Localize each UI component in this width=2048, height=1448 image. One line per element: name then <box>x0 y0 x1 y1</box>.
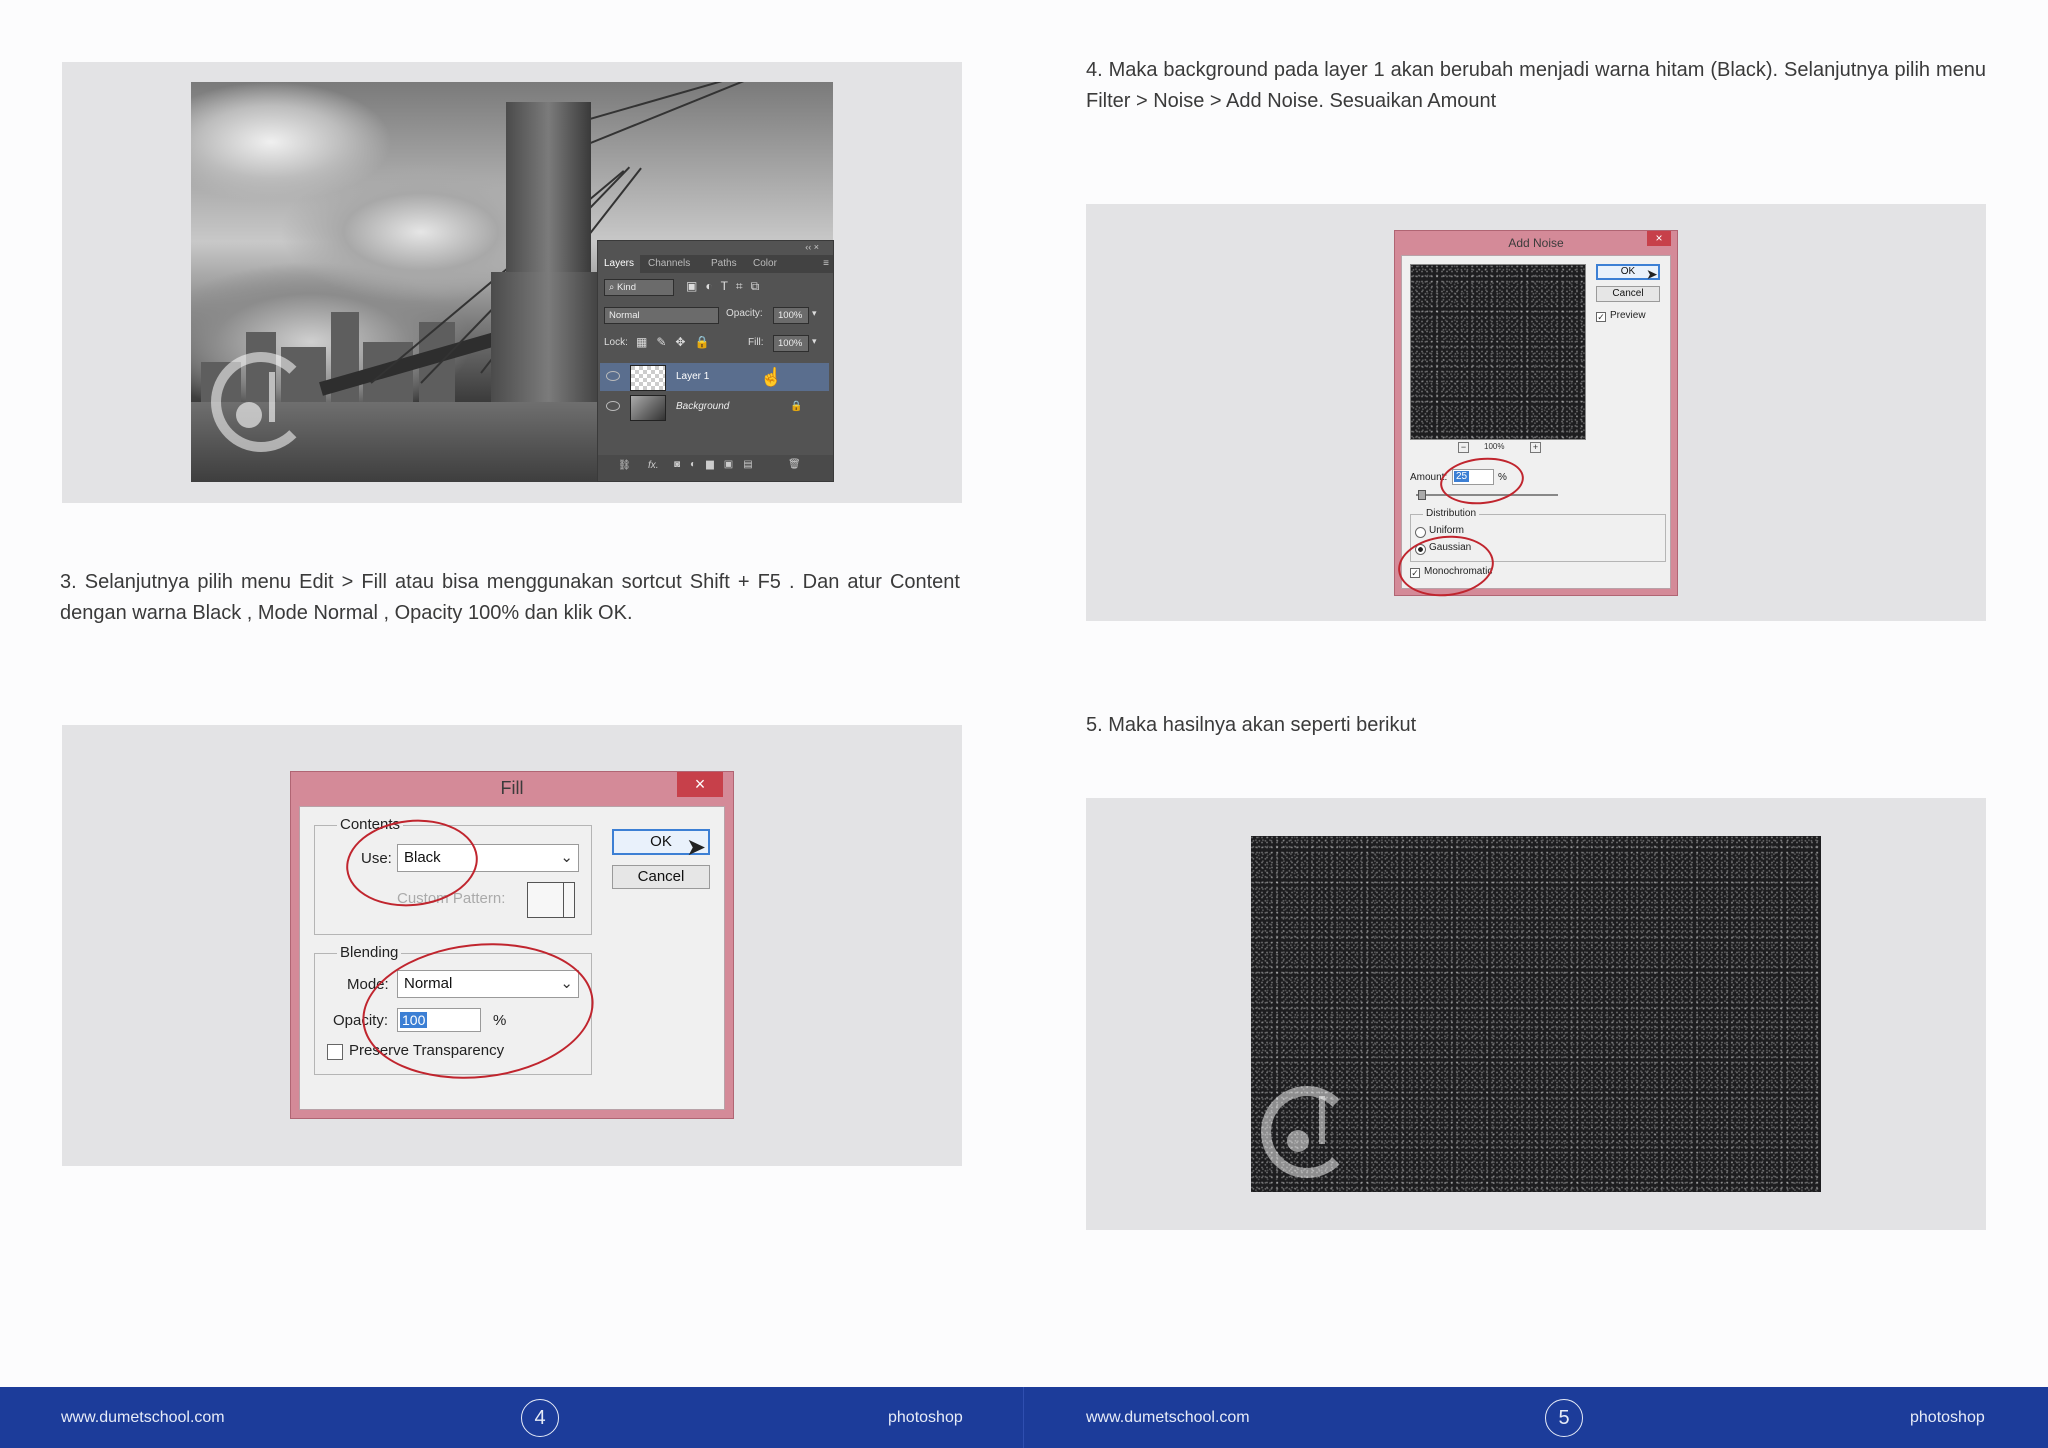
layer-name: Layer 1 <box>676 371 710 382</box>
dialog-title: Fill <box>500 778 524 798</box>
footer-topic-left: photoshop <box>888 1409 963 1426</box>
link-icon[interactable]: ⛓ <box>618 460 631 471</box>
footer-bar: www.dumetschool.com 4 photoshop www.dume… <box>0 1387 2048 1448</box>
amount-slider-handle[interactable] <box>1418 490 1426 500</box>
dialog-title: Add Noise <box>1508 236 1564 250</box>
opacity-input[interactable]: 100% <box>773 307 809 324</box>
eye-icon[interactable] <box>606 371 620 381</box>
preserve-transparency-checkbox[interactable] <box>327 1044 343 1060</box>
eye-icon[interactable] <box>606 401 620 411</box>
noise-result-image <box>1251 836 1821 1192</box>
school-logo-watermark <box>211 352 311 452</box>
zoom-level: 100% <box>1484 442 1505 451</box>
page-divider <box>1023 1387 1024 1448</box>
step-5-text: 5. Maka hasilnya akan seperti berikut <box>1086 714 1417 736</box>
noise-preview <box>1410 264 1586 440</box>
page-number-left: 4 <box>521 1399 559 1437</box>
tab-color[interactable]: Color <box>753 255 777 273</box>
footer-site-link-right[interactable]: www.dumetschool.com <box>1086 1387 1250 1448</box>
layer-name: Background <box>676 401 730 412</box>
zoom-in-button[interactable]: + <box>1530 442 1541 453</box>
arrow-cursor-icon: ➤ <box>1646 266 1658 282</box>
tab-layers[interactable]: Layers <box>598 255 641 273</box>
layer-thumbnail <box>630 395 666 421</box>
tab-channels[interactable]: Channels <box>648 255 690 273</box>
pattern-picker[interactable] <box>527 882 575 918</box>
uniform-label: Uniform <box>1429 525 1465 536</box>
arrow-cursor-icon: ➤ <box>686 834 707 861</box>
panel-bottom-bar: ⛓ fx. ◙◐▆▣▤ 🗑 <box>598 455 833 481</box>
lock-label: Lock: <box>604 337 628 348</box>
layer-row-layer-1[interactable]: Layer 1 ☝ <box>600 363 829 391</box>
layer-thumbnail <box>630 365 666 391</box>
filter-kind-select[interactable]: ⌕ Kind <box>604 279 674 296</box>
hand-cursor-icon: ☝ <box>760 367 783 387</box>
close-button[interactable]: × <box>1647 231 1671 246</box>
blend-mode-select[interactable]: Normal <box>604 307 719 324</box>
tab-paths[interactable]: Paths <box>711 255 737 273</box>
page-number-right: 5 <box>1545 1399 1583 1437</box>
fill-label: Fill: <box>748 337 764 348</box>
search-icon: ⌕ <box>609 282 617 293</box>
opacity-label: Opacity: <box>726 308 763 319</box>
footer-site-link-left[interactable]: www.dumetschool.com <box>61 1387 225 1448</box>
chevron-down-icon: ⌄ <box>560 849 573 866</box>
layer-row-background[interactable]: Background 🔒 <box>600 393 829 421</box>
footer-topic-right: photoshop <box>1910 1409 1985 1426</box>
fill-input[interactable]: 100% <box>773 335 809 352</box>
step-3-text: 3. Selanjutnya pilih menu Edit > Fill at… <box>60 571 960 624</box>
fx-button[interactable]: fx. <box>648 460 659 471</box>
preview-checkbox[interactable]: ✓ <box>1596 312 1606 322</box>
close-button[interactable]: × <box>677 772 723 797</box>
lock-icon: 🔒 <box>790 401 803 412</box>
chevron-down-icon[interactable]: ▾ <box>812 336 817 347</box>
layers-panel: ‹‹ × Layers Channels Paths Color ≡ ⌕ Kin… <box>597 240 834 482</box>
preview-label: Preview <box>1610 310 1646 321</box>
cancel-button[interactable]: Cancel <box>1596 286 1660 302</box>
uniform-radio[interactable] <box>1415 527 1426 538</box>
school-logo-watermark <box>1261 1086 1353 1178</box>
cancel-button[interactable]: Cancel <box>612 865 710 889</box>
chevron-down-icon[interactable]: ▾ <box>812 308 817 319</box>
panel-menu-icon[interactable]: ≡ <box>823 255 829 273</box>
lock-icons[interactable]: ▦✎✥🔒 <box>636 335 718 349</box>
trash-icon[interactable]: 🗑 <box>788 459 801 470</box>
filter-icons[interactable]: ▣◐T⌗⧉ <box>686 279 767 294</box>
panel-action-icons[interactable]: ◙◐▆▣▤ <box>674 459 763 470</box>
step-4-text: 4. Maka background pada layer 1 akan ber… <box>1086 59 1986 112</box>
zoom-out-button[interactable]: − <box>1458 442 1469 453</box>
